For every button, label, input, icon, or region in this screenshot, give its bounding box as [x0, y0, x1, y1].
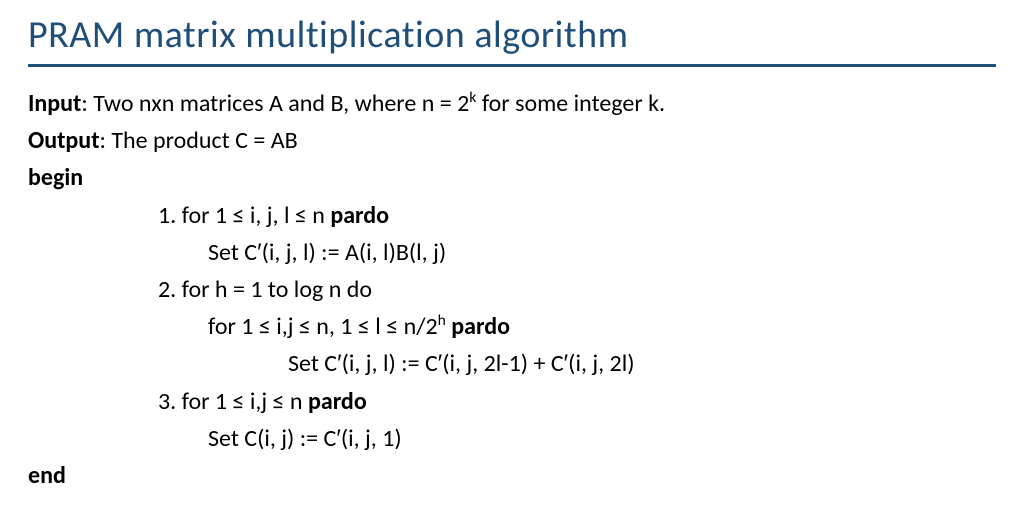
step-3-body: Set C(i, j) := C′(i, j, 1) [28, 420, 996, 457]
algorithm-content: Input: Two nxn matrices A and B, where n… [28, 85, 996, 494]
step-3-kw: pardo [308, 387, 367, 416]
step-2-inner-pre: for 1 ≤ i,j ≤ n, 1 ≤ l ≤ n/2 [208, 312, 438, 341]
step-1-head: 1. for 1 ≤ i, j, l ≤ n pardo [28, 197, 996, 234]
end-keyword: end [28, 457, 996, 494]
output-text: : The product C = AB [100, 126, 298, 155]
output-label: Output [28, 126, 100, 155]
step-2-body: Set C′(i, j, l) := C′(i, j, 2l-1) + C′(i… [28, 345, 996, 382]
output-line: Output: The product C = AB [28, 122, 996, 159]
step-1-pre: 1. for 1 ≤ i, j, l ≤ n [158, 201, 330, 230]
input-line: Input: Two nxn matrices A and B, where n… [28, 85, 996, 122]
end-text: end [28, 461, 66, 490]
step-1-body: Set C′(i, j, l) := A(i, l)B(l, j) [28, 234, 996, 271]
step-2-inner-sup: h [438, 311, 446, 330]
title-underline [28, 64, 996, 67]
input-pre: : Two nxn matrices A and B, where n = 2 [81, 89, 469, 118]
step-3-head: 3. for 1 ≤ i,j ≤ n pardo [28, 383, 996, 420]
step-1-kw: pardo [330, 201, 389, 230]
input-label: Input [28, 89, 81, 118]
step-2-inner-kw: pardo [446, 312, 510, 341]
begin-text: begin [28, 163, 83, 192]
input-post: for some integer k. [476, 89, 665, 118]
slide-title: PRAM matrix multiplication algorithm [28, 12, 996, 58]
step-2-head: 2. for h = 1 to log n do [28, 271, 996, 308]
step-2-inner: for 1 ≤ i,j ≤ n, 1 ≤ l ≤ n/2h pardo [28, 308, 996, 345]
begin-keyword: begin [28, 159, 996, 196]
step-3-pre: 3. for 1 ≤ i,j ≤ n [158, 387, 308, 416]
